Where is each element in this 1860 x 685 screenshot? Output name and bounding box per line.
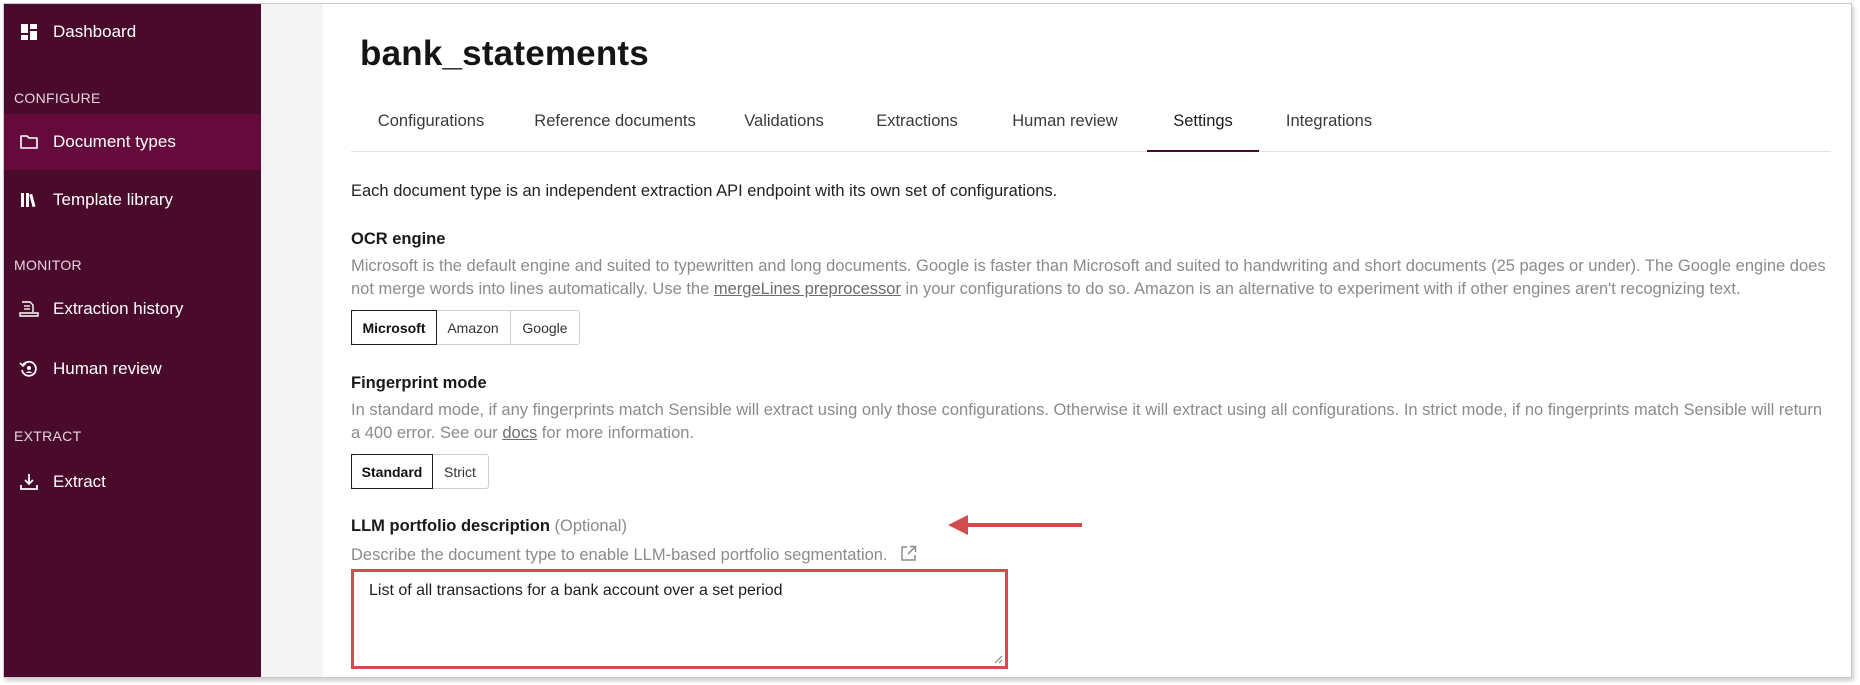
- ocr-engine-selector: Microsoft Amazon Google: [351, 310, 580, 345]
- sidebar-item-label: Dashboard: [53, 22, 137, 41]
- tab-human-review[interactable]: Human review: [985, 92, 1145, 151]
- fingerprint-mode-description: In standard mode, if any fingerprints ma…: [351, 399, 1831, 445]
- fingerprint-mode-selector: Standard Strict: [351, 454, 489, 489]
- fingerprint-option-strict[interactable]: Strict: [432, 455, 488, 488]
- dashboard-icon: [19, 22, 39, 42]
- sidebar-item-dashboard[interactable]: Dashboard: [4, 4, 261, 60]
- optional-label: (Optional): [554, 517, 627, 535]
- ocr-desc-text-2: in your configurations to do so. Amazon …: [900, 280, 1741, 298]
- tab-settings[interactable]: Settings: [1147, 92, 1259, 152]
- download-icon: [19, 472, 39, 492]
- tab-bar: Configurations Reference documents Valid…: [351, 92, 1831, 152]
- section-label-configure: CONFIGURE: [14, 90, 101, 106]
- tab-extractions[interactable]: Extractions: [849, 92, 985, 151]
- merge-lines-link[interactable]: mergeLines preprocessor: [714, 280, 901, 298]
- fingerprint-mode-title: Fingerprint mode: [351, 374, 487, 392]
- resize-grip-icon[interactable]: [993, 654, 1003, 664]
- sidebar-item-label: Extract: [53, 472, 106, 491]
- sidebar-item-label: Template library: [53, 190, 173, 209]
- content-gutter: [261, 4, 323, 677]
- llm-portfolio-title-text: LLM portfolio description: [351, 517, 550, 535]
- llm-desc-text: Describe the document type to enable LLM…: [351, 546, 888, 564]
- sidebar-item-label: Human review: [53, 359, 162, 378]
- tab-validations[interactable]: Validations: [719, 92, 849, 151]
- section-label-monitor: MONITOR: [14, 257, 82, 273]
- library-icon: [19, 190, 39, 210]
- llm-portfolio-title: LLM portfolio description (Optional): [351, 517, 627, 536]
- sidebar-item-template-library[interactable]: Template library: [4, 172, 261, 228]
- history-icon: [19, 299, 39, 319]
- ocr-option-google[interactable]: Google: [511, 311, 579, 344]
- sidebar-item-human-review[interactable]: Human review: [4, 341, 261, 397]
- ocr-option-microsoft[interactable]: Microsoft: [351, 310, 437, 345]
- ocr-option-amazon[interactable]: Amazon: [436, 311, 511, 344]
- ocr-engine-title: OCR engine: [351, 230, 446, 248]
- sidebar-item-label: Extraction history: [53, 299, 184, 318]
- tab-reference-documents[interactable]: Reference documents: [511, 92, 719, 151]
- section-label-extract: EXTRACT: [14, 428, 82, 444]
- annotation-arrow: [948, 515, 1082, 535]
- review-icon: [19, 359, 39, 379]
- folder-icon: [19, 132, 39, 152]
- page-title: bank_statements: [360, 34, 649, 73]
- sidebar-item-extraction-history[interactable]: Extraction history: [4, 281, 261, 337]
- tab-integrations[interactable]: Integrations: [1259, 92, 1399, 151]
- main-content: bank_statements Configurations Reference…: [323, 4, 1851, 677]
- llm-portfolio-description: Describe the document type to enable LLM…: [351, 544, 917, 567]
- docs-link[interactable]: docs: [502, 424, 537, 442]
- fingerprint-desc-text-2: for more information.: [537, 424, 695, 442]
- fingerprint-option-standard[interactable]: Standard: [351, 454, 433, 489]
- sidebar-item-document-types[interactable]: Document types: [4, 114, 261, 170]
- app-window: Dashboard CONFIGURE Document types Templ…: [3, 3, 1852, 678]
- llm-description-textarea[interactable]: List of all transactions for a bank acco…: [351, 569, 1008, 669]
- sidebar-item-label: Document types: [53, 132, 176, 151]
- ocr-engine-description: Microsoft is the default engine and suit…: [351, 255, 1831, 301]
- external-link-icon[interactable]: [900, 545, 917, 562]
- sidebar: Dashboard CONFIGURE Document types Templ…: [4, 4, 261, 677]
- textarea-value: List of all transactions for a bank acco…: [369, 582, 783, 599]
- tab-configurations[interactable]: Configurations: [351, 92, 511, 151]
- sidebar-item-extract[interactable]: Extract: [4, 454, 261, 510]
- intro-text: Each document type is an independent ext…: [351, 182, 1058, 200]
